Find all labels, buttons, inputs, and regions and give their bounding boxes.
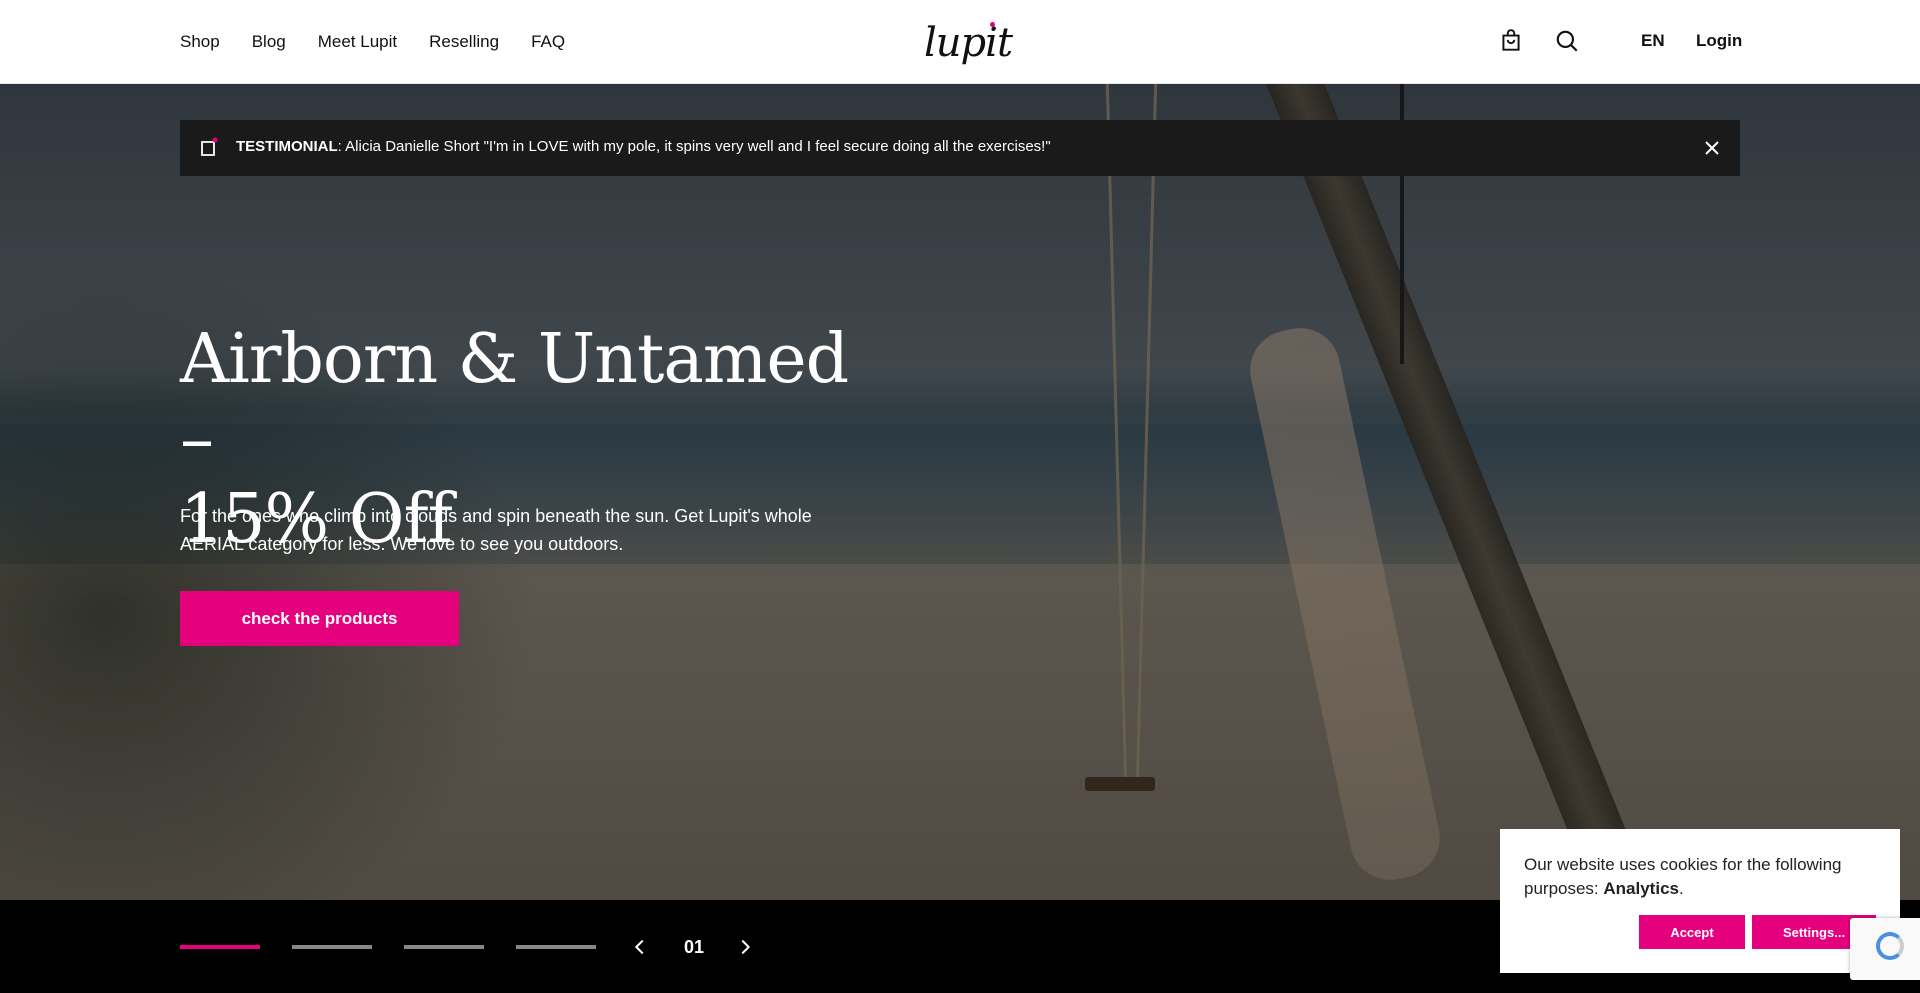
nav-meet-lupit[interactable]: Meet Lupit bbox=[318, 32, 397, 52]
slide-indicator-2[interactable] bbox=[292, 945, 372, 949]
testimonial-text: TESTIMONIAL: Alicia Danielle Short "I'm … bbox=[236, 138, 1051, 155]
hero-title-line1: Airborn & Untamed – bbox=[180, 320, 849, 479]
search-icon[interactable] bbox=[1554, 28, 1580, 54]
language-selector[interactable]: EN bbox=[1641, 31, 1665, 51]
logo-text: lupit bbox=[924, 20, 1013, 66]
cookie-purpose: Analytics bbox=[1603, 879, 1679, 898]
slide-counter: 01 bbox=[684, 937, 705, 957]
close-icon[interactable] bbox=[1700, 136, 1724, 160]
cookie-text-end: . bbox=[1678, 879, 1684, 898]
slide-indicator-3[interactable] bbox=[404, 945, 484, 949]
cart-icon[interactable] bbox=[1498, 28, 1524, 54]
cookie-banner: Our website uses cookies for the followi… bbox=[1500, 829, 1900, 973]
check-products-button[interactable]: check the products bbox=[180, 591, 459, 646]
recaptcha-badge[interactable] bbox=[1850, 918, 1920, 980]
logo[interactable]: lupit bbox=[922, 16, 1013, 70]
testimonial-label: TESTIMONIAL bbox=[236, 138, 338, 155]
nav-faq[interactable]: FAQ bbox=[531, 32, 565, 52]
nav-blog[interactable]: Blog bbox=[252, 32, 286, 52]
nav-reselling[interactable]: Reselling bbox=[429, 32, 499, 52]
main-nav: Shop Blog Meet Lupit Reselling FAQ bbox=[180, 0, 565, 84]
recaptcha-icon bbox=[1876, 932, 1904, 960]
slide-indicator-4[interactable] bbox=[516, 945, 596, 949]
login-link[interactable]: Login bbox=[1696, 31, 1742, 51]
site-header: Shop Blog Meet Lupit Reselling FAQ lupit… bbox=[0, 0, 1920, 84]
hero-description-line2: AERIAL category for less. We love to see… bbox=[180, 534, 624, 554]
message-icon bbox=[201, 137, 218, 156]
accept-button[interactable]: Accept bbox=[1639, 915, 1745, 949]
chevron-right-icon[interactable] bbox=[734, 936, 756, 958]
testimonial-banner: TESTIMONIAL: Alicia Danielle Short "I'm … bbox=[180, 120, 1740, 176]
hero-description-line1: For the ones who climb into clouds and s… bbox=[180, 506, 812, 526]
chevron-left-icon[interactable] bbox=[629, 936, 651, 958]
cookie-text: Our website uses cookies for the followi… bbox=[1524, 853, 1876, 901]
slide-indicator-1[interactable] bbox=[180, 945, 260, 949]
hero-description: For the ones who climb into clouds and s… bbox=[180, 502, 820, 558]
nav-shop[interactable]: Shop bbox=[180, 32, 220, 52]
testimonial-quote: : Alicia Danielle Short "I'm in LOVE wit… bbox=[337, 138, 1051, 155]
logo-dot bbox=[990, 22, 995, 27]
